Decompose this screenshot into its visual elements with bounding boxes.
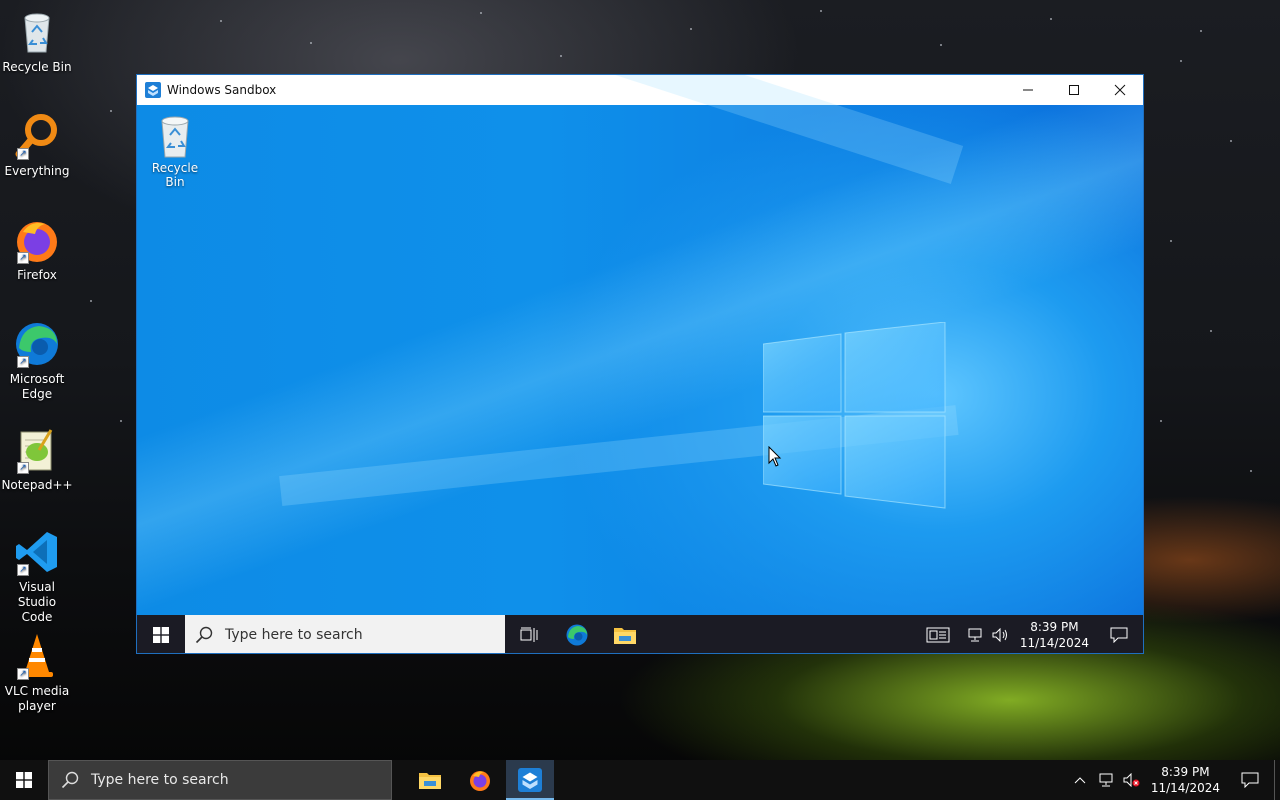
shortcut-arrow-icon: ↗ — [17, 462, 29, 474]
host-windows-sandbox-button[interactable] — [506, 760, 554, 800]
desktop-icon-vlc[interactable]: ↗ VLC media player — [2, 632, 72, 714]
desktop-icon-label: Visual Studio Code — [17, 580, 57, 624]
edge-icon — [566, 624, 588, 645]
notepadpp-icon: ↗ — [13, 426, 61, 474]
desktop-icon-firefox[interactable]: ↗ Firefox — [2, 216, 72, 283]
desktop-icon-label: Notepad++ — [1, 478, 73, 492]
desktop-icon-edge[interactable]: ↗ Microsoft Edge — [2, 320, 72, 402]
search-placeholder: Type here to search — [91, 772, 229, 788]
everything-search-icon: ↗ — [13, 112, 61, 160]
desktop-icon-label: VLC media player — [4, 684, 70, 713]
clock-time: 8:39 PM — [1030, 619, 1079, 634]
show-desktop-button[interactable] — [1274, 760, 1280, 800]
sandbox-search-box[interactable]: Type here to search — [185, 615, 505, 653]
clock-time: 8:39 PM — [1161, 765, 1210, 779]
minimize-icon — [1023, 89, 1033, 91]
desktop-icon-label: Microsoft Edge — [9, 372, 65, 401]
task-view-icon — [520, 627, 538, 642]
edge-icon: ↗ — [13, 320, 61, 368]
host-file-explorer-button[interactable] — [406, 760, 454, 800]
desktop-icon-everything[interactable]: ↗ Everything — [2, 112, 72, 179]
taskbar-edge-button[interactable] — [553, 615, 601, 653]
search-icon — [61, 771, 79, 789]
mouse-cursor-icon — [768, 446, 782, 467]
host-taskbar: Type here to search 8:39 PM 11/14/2024 — [0, 760, 1280, 800]
recycle-bin-icon — [154, 113, 196, 159]
file-explorer-icon — [419, 773, 441, 789]
window-title: Windows Sandbox — [167, 83, 277, 97]
clock-date: 11/14/2024 — [1150, 781, 1220, 795]
volume-icon — [992, 627, 1007, 642]
task-view-button[interactable] — [505, 615, 553, 653]
desktop-icon-label: Recycle Bin — [151, 161, 199, 189]
windows-sandbox-icon — [518, 768, 542, 792]
host-action-center-button[interactable] — [1226, 761, 1274, 800]
desktop-icon-label: Everything — [4, 164, 70, 178]
desktop-icon-vscode[interactable]: ↗ Visual Studio Code — [2, 528, 72, 625]
host-start-button[interactable] — [0, 760, 48, 800]
show-hidden-icons-button[interactable] — [1067, 776, 1093, 784]
firefox-icon: ↗ — [13, 216, 61, 264]
shortcut-arrow-icon: ↗ — [17, 564, 29, 576]
sandbox-desktop[interactable]: Recycle Bin — [137, 75, 1143, 615]
desktop-icon-notepadpp[interactable]: ↗ Notepad++ — [1, 426, 73, 493]
maximize-icon — [1069, 85, 1079, 95]
clock-date: 11/14/2024 — [1019, 635, 1089, 650]
windows-start-icon — [16, 772, 32, 788]
network-icon — [1099, 773, 1113, 787]
sandbox-start-button[interactable] — [137, 615, 185, 653]
sandbox-taskbar: Type here to search 8:39 PM 11/14/2024 — [137, 615, 1143, 653]
shortcut-arrow-icon: ↗ — [17, 356, 29, 368]
shortcut-arrow-icon: ↗ — [17, 252, 29, 264]
network-button[interactable] — [962, 628, 988, 642]
volume-muted-icon — [1123, 773, 1140, 787]
firefox-icon — [470, 771, 490, 791]
volume-button[interactable] — [988, 627, 1014, 642]
host-search-box[interactable]: Type here to search — [48, 760, 392, 800]
desktop-icon-label: Recycle Bin — [2, 60, 72, 74]
vscode-icon: ↗ — [13, 528, 61, 576]
host-clock[interactable]: 8:39 PM 11/14/2024 — [1145, 764, 1226, 796]
close-button[interactable] — [1097, 75, 1143, 105]
search-icon — [195, 626, 213, 643]
shortcut-arrow-icon: ↗ — [17, 668, 29, 680]
host-network-button[interactable] — [1093, 773, 1119, 787]
vlc-icon: ↗ — [13, 632, 61, 680]
news-widget-button[interactable] — [914, 615, 962, 653]
sandbox-clock[interactable]: 8:39 PM 11/14/2024 — [1014, 619, 1095, 651]
file-explorer-icon — [614, 627, 636, 644]
recycle-bin-icon — [13, 8, 61, 56]
windows-start-icon — [153, 626, 169, 643]
close-icon — [1114, 84, 1126, 96]
notification-icon — [1110, 627, 1128, 643]
chevron-up-icon — [1074, 777, 1086, 784]
search-placeholder: Type here to search — [225, 626, 363, 643]
shortcut-arrow-icon: ↗ — [17, 148, 29, 160]
windows-sandbox-icon — [145, 82, 161, 98]
host-volume-button[interactable] — [1119, 773, 1145, 787]
maximize-button[interactable] — [1051, 75, 1097, 105]
windows-sandbox-window[interactable]: Windows Sandbox Recycle Bin Type here to… — [136, 74, 1144, 654]
desktop-icon-label: Firefox — [17, 268, 57, 282]
minimize-button[interactable] — [1005, 75, 1051, 105]
desktop-icon-recycle-bin[interactable]: Recycle Bin — [2, 8, 72, 75]
news-icon — [926, 627, 950, 642]
notification-icon — [1241, 772, 1259, 788]
sandbox-desktop-icon-recycle-bin[interactable]: Recycle Bin — [141, 113, 209, 189]
windows-logo — [763, 322, 946, 509]
action-center-button[interactable] — [1095, 615, 1143, 653]
host-firefox-button[interactable] — [456, 760, 504, 800]
network-icon — [968, 628, 982, 641]
taskbar-file-explorer-button[interactable] — [601, 615, 649, 653]
